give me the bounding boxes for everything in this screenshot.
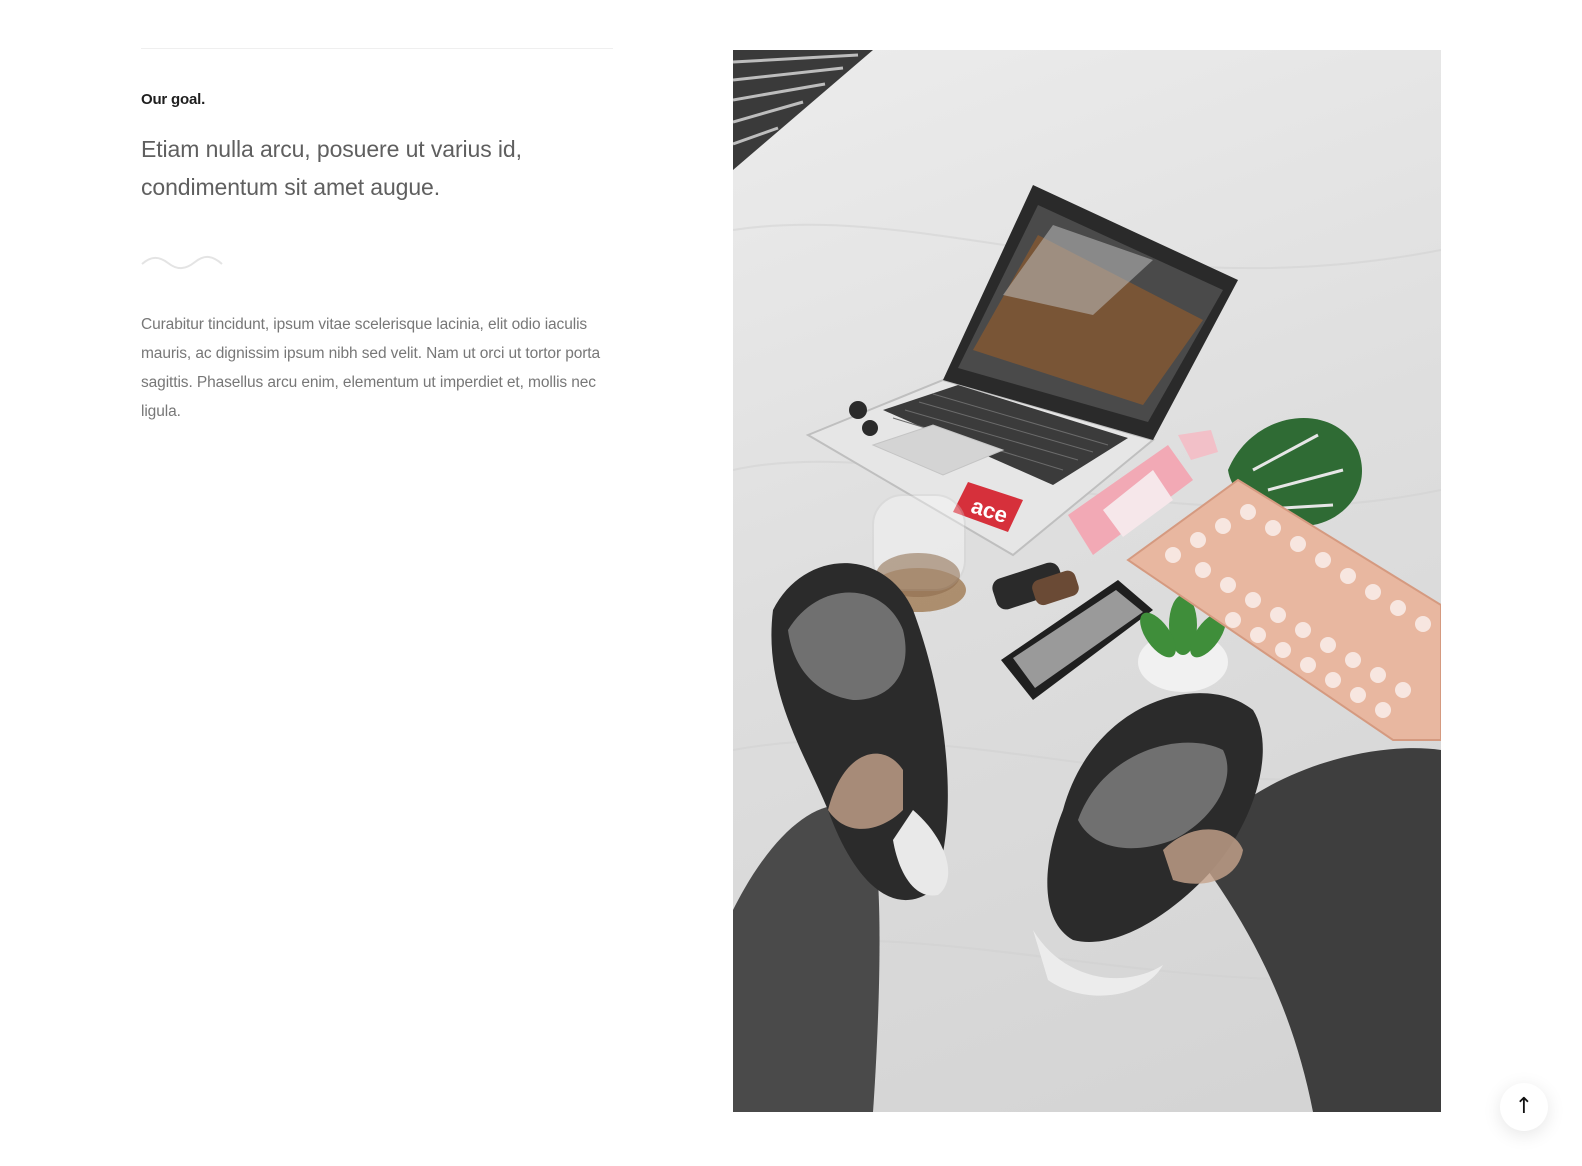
section-body: Curabitur tincidunt, ipsum vitae sceleri… <box>141 316 601 420</box>
top-divider <box>141 48 613 49</box>
workspace-photo: ace <box>733 50 1441 1112</box>
laptop: ace <box>805 185 1238 557</box>
car-key <box>992 562 1079 610</box>
wave-divider-icon <box>141 256 223 270</box>
page: Our goal. Etiam nulla arcu, posuere ut v… <box>0 0 1582 1166</box>
scroll-to-top-button[interactable]: ↑ <box>1500 1083 1548 1131</box>
photo-illustration: ace <box>733 50 1441 1112</box>
left-shoe <box>733 563 949 1112</box>
text-column: Our goal. Etiam nulla arcu, posuere ut v… <box>141 48 613 426</box>
rug <box>733 50 873 170</box>
section-lead: Etiam nulla arcu, posuere ut varius id, … <box>141 136 522 200</box>
arrow-up-icon: ↑ <box>1514 1094 1534 1119</box>
section-eyebrow: Our goal. <box>141 91 206 108</box>
right-shoe <box>1033 693 1441 1112</box>
